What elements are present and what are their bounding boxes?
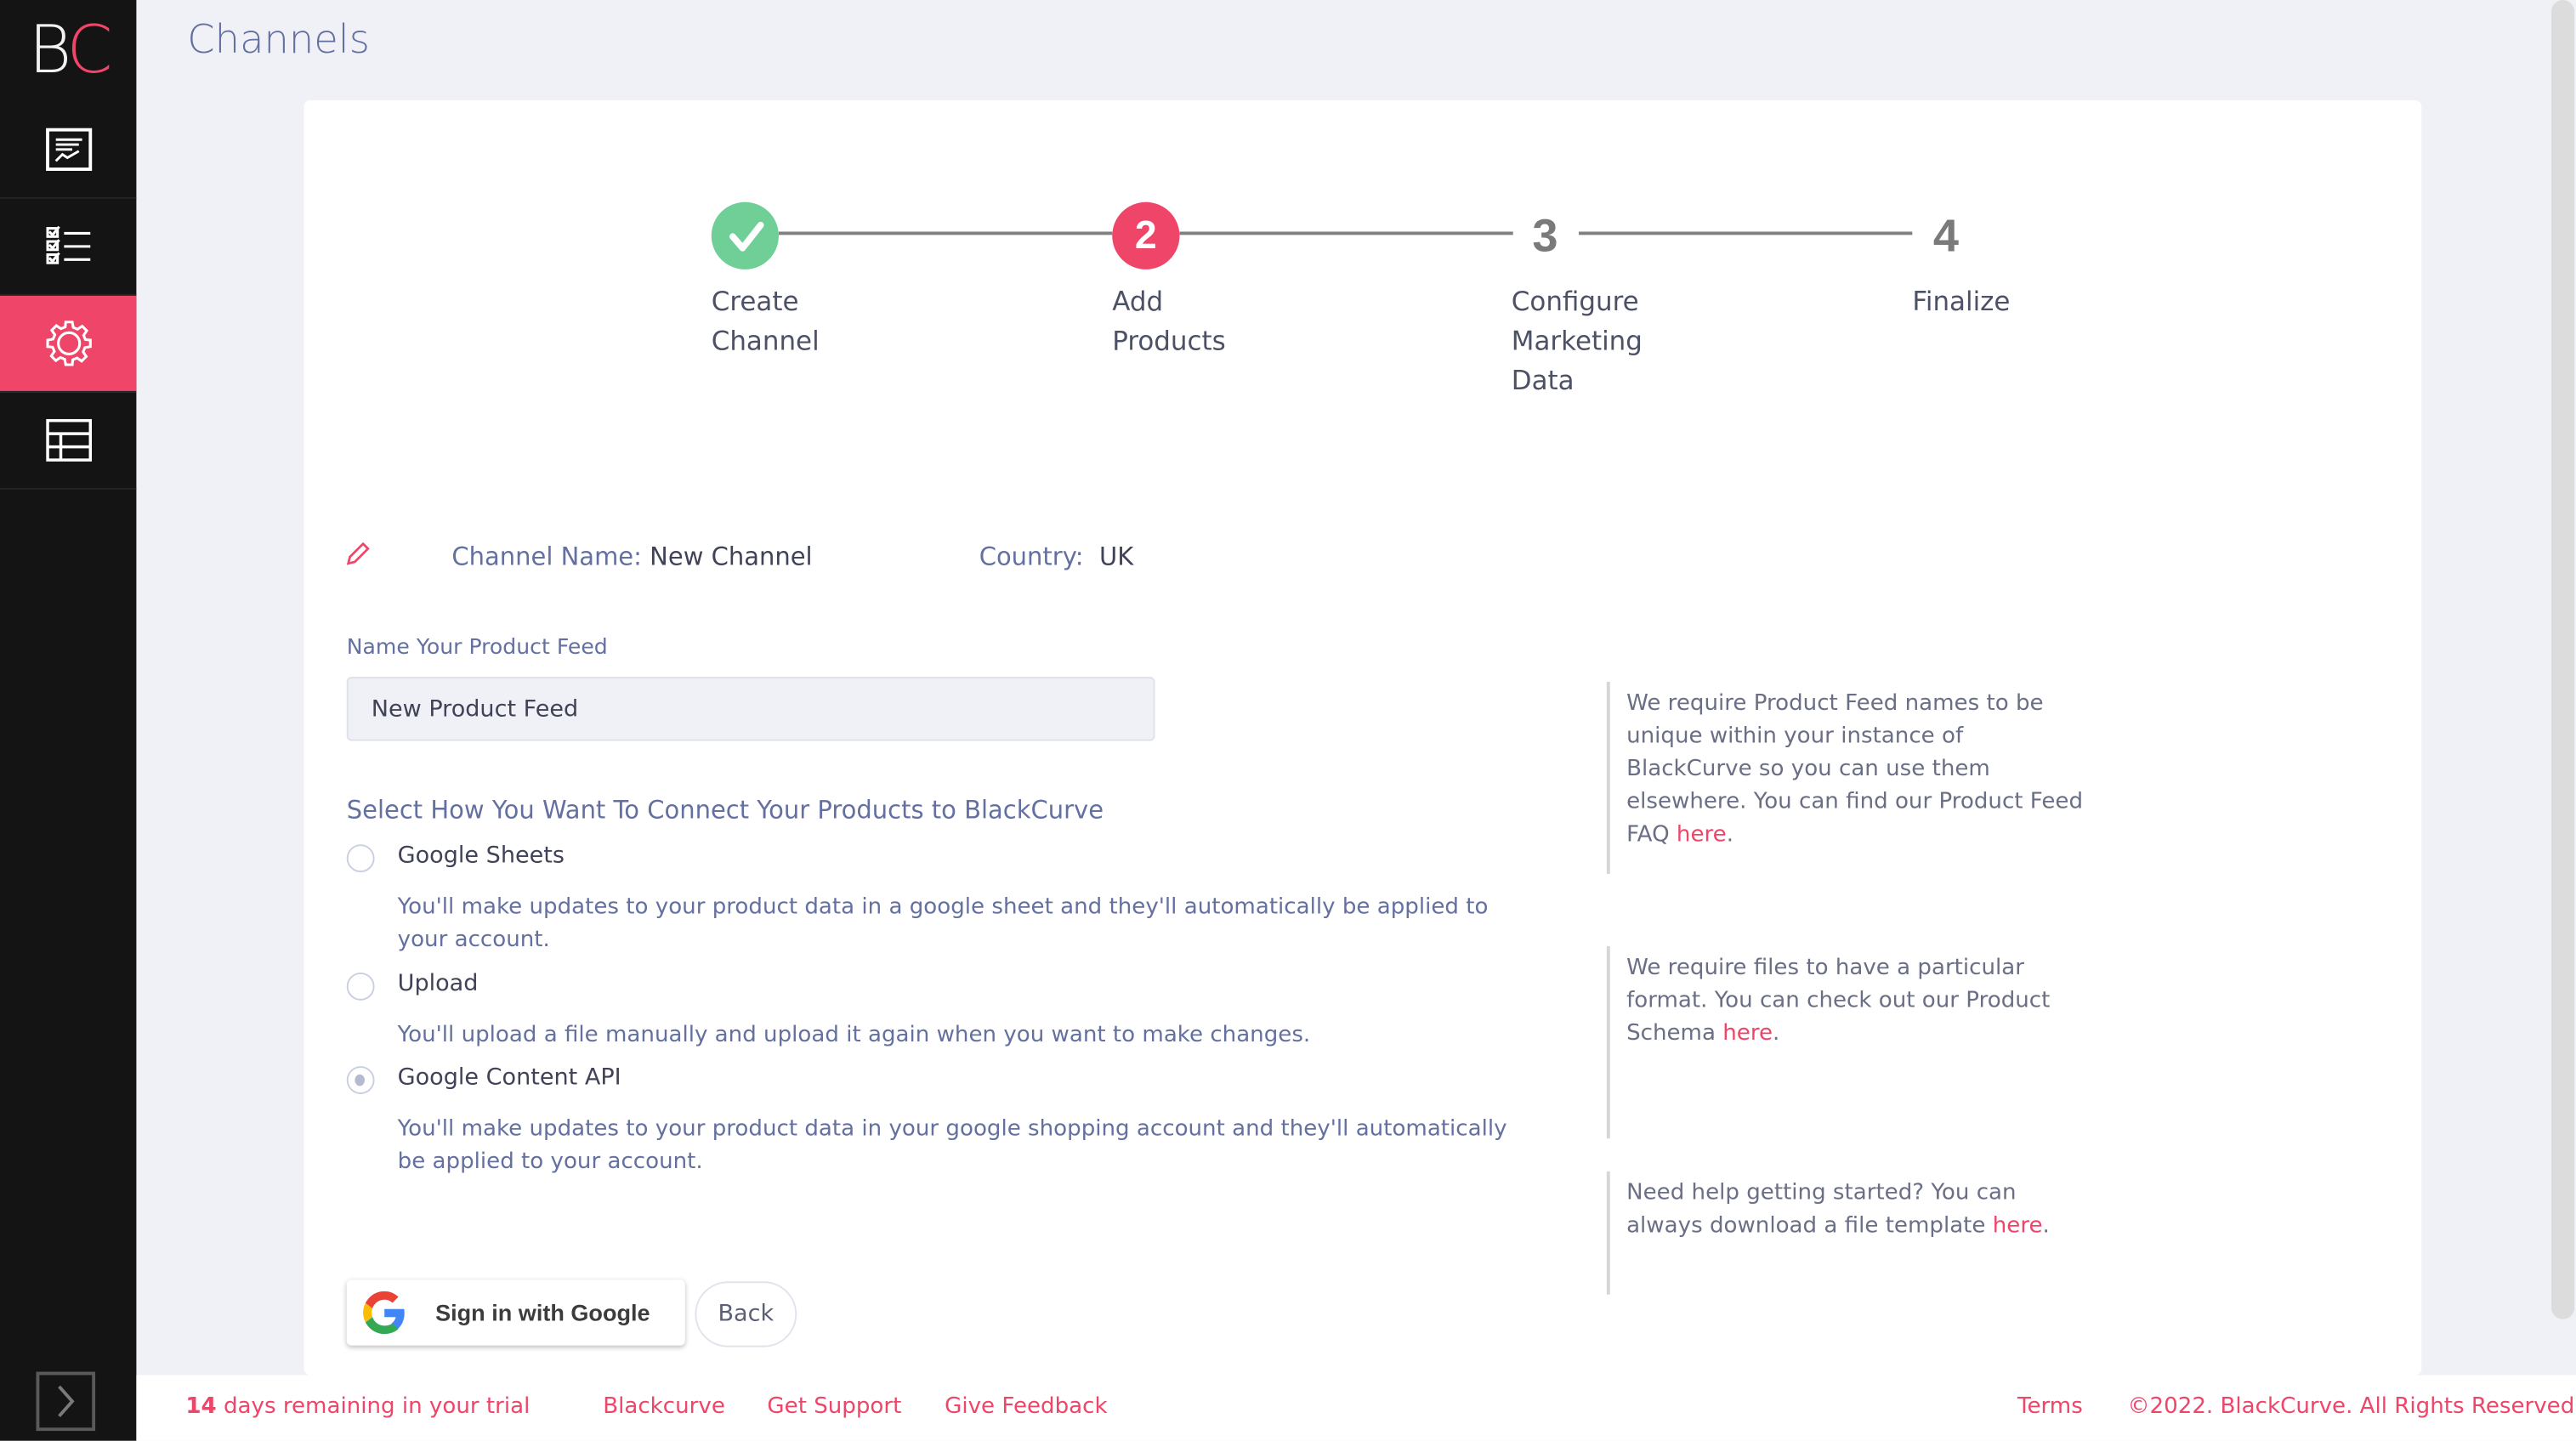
- app-root: BC Channels Create Channel 2 Add Product…: [0, 0, 2576, 1441]
- help-text: Need help getting started? You can alway…: [1626, 1179, 2017, 1240]
- help-text-tail: .: [1726, 821, 1734, 848]
- step-finalize: 4 Finalize: [1912, 202, 2109, 322]
- help-note-file-format: We require files to have a particular fo…: [1606, 946, 2095, 1139]
- help-text-tail: .: [2042, 1212, 2050, 1240]
- logo-letter-b: B: [28, 13, 72, 89]
- step-configure-marketing-data: 3 Configure Marketing Data: [1512, 202, 1660, 401]
- page-scrollbar[interactable]: [2551, 0, 2575, 1319]
- step-label: Add Products: [1112, 286, 1226, 357]
- google-content-api-radio[interactable]: [346, 1066, 375, 1094]
- step-number-active: 2: [1112, 201, 1180, 269]
- footer-link-blackcurve[interactable]: Blackcurve: [603, 1393, 725, 1420]
- help-text-tail: .: [1773, 1020, 1780, 1047]
- connect-method-title: Select How You Want To Connect Your Prod…: [346, 795, 1104, 825]
- step-add-products: 2 Add Products: [1112, 201, 1244, 361]
- step-number: 4: [1932, 209, 1959, 261]
- product-feed-faq-link[interactable]: here: [1677, 821, 1727, 848]
- gear-icon: [45, 321, 91, 366]
- option-description: You'll upload a file manually and upload…: [397, 1021, 1311, 1048]
- channel-name-label: Channel Name:: [451, 542, 642, 572]
- product-feed-name-label: Name Your Product Feed: [346, 635, 608, 661]
- trial-status: 14 days remaining in your trial: [185, 1393, 530, 1420]
- checklist-icon: [45, 225, 90, 264]
- product-schema-link[interactable]: here: [1722, 1020, 1773, 1047]
- sidebar-item-tasks[interactable]: [0, 199, 137, 296]
- footer-link-terms[interactable]: Terms: [2017, 1393, 2083, 1420]
- sidebar-item-data-table[interactable]: [0, 393, 137, 490]
- trial-text: days remaining in your trial: [216, 1393, 531, 1420]
- help-text: We require files to have a particular fo…: [1626, 954, 2051, 1047]
- step-number: 3: [1532, 209, 1558, 261]
- step-label: Finalize: [1912, 286, 2011, 317]
- logo[interactable]: BC: [0, 0, 136, 102]
- product-feed-name-input[interactable]: [346, 677, 1155, 741]
- help-note-feed-names: We require Product Feed names to be uniq…: [1606, 681, 2095, 875]
- channel-name-value: New Channel: [650, 542, 813, 572]
- copyright: ©2022. BlackCurve. All Rights Reserved: [2127, 1393, 2575, 1420]
- page-title: Channels: [187, 16, 370, 63]
- footer-link-give-feedback[interactable]: Give Feedback: [945, 1393, 1107, 1420]
- sidebar-item-reports[interactable]: [0, 102, 137, 199]
- step-create-channel: Create Channel: [711, 201, 843, 361]
- wizard-card: Create Channel 2 Add Products 3 Configur…: [304, 99, 2422, 1376]
- footer: 14 days remaining in your trial Blackcur…: [136, 1375, 2576, 1441]
- logo-letter-c: C: [66, 13, 113, 89]
- country-label: Country:: [979, 542, 1084, 572]
- step-label: Create Channel: [711, 286, 820, 357]
- trial-days-count: 14: [185, 1393, 217, 1420]
- back-button[interactable]: Back: [695, 1281, 797, 1347]
- file-template-link[interactable]: here: [1993, 1212, 2043, 1239]
- step-complete-check-icon: [711, 201, 779, 269]
- option-label: Google Sheets: [397, 842, 565, 870]
- option-label: Google Content API: [397, 1064, 621, 1092]
- sidebar-item-settings[interactable]: [0, 295, 137, 393]
- upload-radio[interactable]: [346, 972, 375, 1001]
- sidebar: BC: [0, 0, 137, 1441]
- google-sheets-radio[interactable]: [346, 844, 375, 873]
- step-label: Configure Marketing Data: [1511, 286, 1643, 396]
- edit-pencil-icon[interactable]: [346, 542, 370, 565]
- country-value: UK: [1098, 542, 1134, 572]
- sidebar-expand-button[interactable]: [36, 1371, 96, 1432]
- chevron-right-icon: [58, 1385, 75, 1418]
- option-description: You'll make updates to your product data…: [397, 894, 1489, 953]
- footer-link-get-support[interactable]: Get Support: [767, 1393, 901, 1420]
- option-description: You'll make updates to your product data…: [397, 1115, 1507, 1175]
- google-signin-label: Sign in with Google: [435, 1299, 650, 1326]
- table-icon: [45, 418, 92, 462]
- google-g-icon: [363, 1291, 405, 1335]
- help-note-file-template: Need help getting started? You can alway…: [1606, 1171, 2095, 1295]
- report-chart-icon: [45, 128, 92, 171]
- option-label: Upload: [397, 971, 479, 997]
- google-signin-button[interactable]: Sign in with Google: [346, 1279, 685, 1346]
